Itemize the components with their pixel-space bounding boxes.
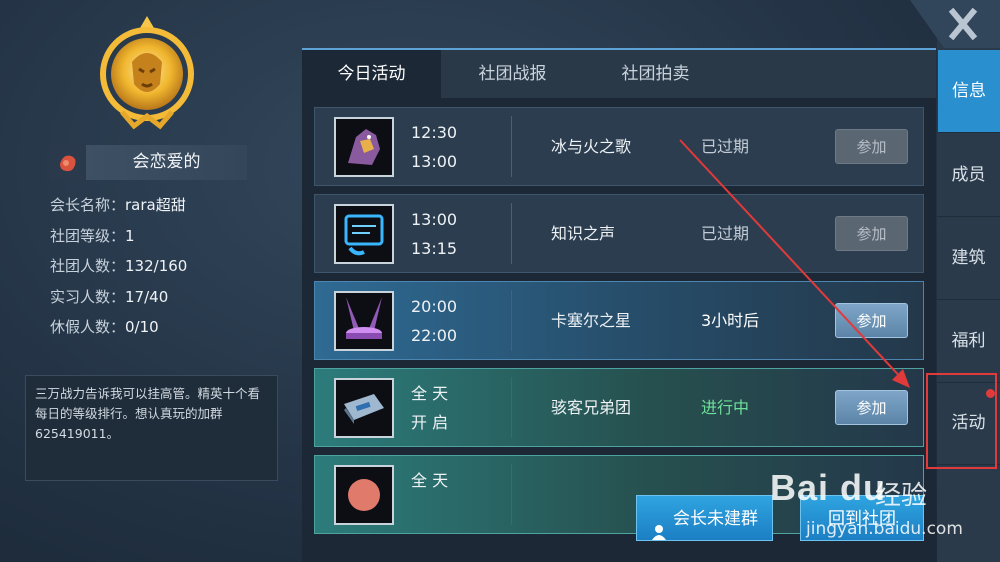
level-label: 社团等级： bbox=[50, 226, 126, 245]
tab-today-activity[interactable]: 今日活动 bbox=[302, 50, 441, 98]
join-button[interactable]: 参加 bbox=[835, 390, 908, 425]
start-time: 全 天 bbox=[411, 384, 449, 403]
tab-bar: 今日活动 社团战报 社团拍卖 bbox=[302, 50, 936, 98]
tab-auction[interactable]: 社团拍卖 bbox=[584, 50, 727, 98]
guild-lion-emblem-icon bbox=[100, 16, 194, 130]
join-button[interactable]: 参加 bbox=[835, 129, 908, 164]
guild-info-panel: 会恋爱的 会长名称：rara超甜 社团等级：1 社团人数：132/160 实习人… bbox=[0, 0, 300, 562]
activity-name: 知识之声 bbox=[551, 224, 616, 243]
members-value: 132/160 bbox=[125, 257, 188, 275]
nav-buildings[interactable]: 建筑 bbox=[937, 217, 1000, 300]
interns-row: 实习人数：17/40 bbox=[50, 286, 187, 317]
activity-row: 全 天开 启 骇客兄弟团 进行中 参加 bbox=[314, 368, 924, 447]
highlight-box bbox=[926, 373, 997, 469]
close-button[interactable] bbox=[910, 0, 1000, 48]
activity-status: 已过期 bbox=[701, 137, 750, 156]
activity-row: 12:30 13:00 冰与火之歌 已过期 参加 bbox=[314, 107, 924, 186]
join-button[interactable]: 参加 bbox=[835, 216, 908, 251]
start-time: 20:00 bbox=[411, 297, 458, 316]
members-row: 社团人数：132/160 bbox=[50, 255, 187, 286]
level-row: 社团等级：1 bbox=[50, 225, 187, 256]
activity-row: 20:00 22:00 卡塞尔之星 3小时后 参加 bbox=[314, 281, 924, 360]
level-value: 1 bbox=[125, 226, 135, 245]
dragon-icon bbox=[334, 117, 394, 177]
nav-welfare[interactable]: 福利 bbox=[937, 300, 1000, 383]
leader-group-label: 会长未建群 bbox=[673, 509, 758, 528]
end-time: 13:15 bbox=[411, 239, 458, 258]
divider bbox=[511, 290, 512, 351]
end-time: 22:00 bbox=[411, 326, 458, 345]
end-time: 开 启 bbox=[411, 413, 449, 432]
start-time: 全 天 bbox=[411, 471, 449, 490]
activity-status: 进行中 bbox=[701, 398, 750, 417]
vacation-label: 休假人数： bbox=[50, 318, 126, 336]
end-time: 13:00 bbox=[411, 152, 458, 171]
person-icon bbox=[651, 512, 667, 540]
guild-name: 会恋爱的 bbox=[132, 152, 201, 172]
divider bbox=[511, 464, 512, 525]
leader-row: 会长名称：rara超甜 bbox=[50, 194, 187, 225]
guild-name-bar: 会恋爱的 bbox=[50, 145, 247, 180]
guild-notice: 三万战力告诉我可以挂高管。精英十个看每日的等级排行。想认真玩的加群6254190… bbox=[25, 375, 278, 481]
time-range: 13:00 13:15 bbox=[411, 205, 491, 263]
activity-name: 冰与火之歌 bbox=[551, 137, 632, 156]
leader-value: rara超甜 bbox=[125, 196, 186, 214]
return-guild-button[interactable]: 回到社团 bbox=[800, 495, 924, 541]
vacation-row: 休假人数：0/10 bbox=[50, 316, 187, 347]
time-range: 20:00 22:00 bbox=[411, 292, 491, 350]
hologram-phone-icon bbox=[334, 204, 394, 264]
nav-info[interactable]: 信息 bbox=[938, 50, 1000, 133]
interns-label: 实习人数： bbox=[50, 287, 126, 306]
guild-stats: 会长名称：rara超甜 社团等级：1 社团人数：132/160 实习人数：17/… bbox=[50, 194, 187, 347]
leader-group-button[interactable]: 会长未建群 bbox=[636, 495, 773, 541]
leader-label: 会长名称： bbox=[50, 196, 126, 214]
divider bbox=[511, 203, 512, 264]
join-button[interactable]: 参加 bbox=[835, 303, 908, 338]
activity-panel: 今日活动 社团战报 社团拍卖 12:30 13:00 冰与火之歌 已过期 参加 1… bbox=[302, 48, 936, 562]
start-time: 13:00 bbox=[411, 210, 458, 229]
members-label: 社团人数： bbox=[50, 257, 126, 275]
time-range: 全 天 bbox=[411, 466, 491, 495]
activity-status: 已过期 bbox=[701, 224, 750, 243]
time-range: 12:30 13:00 bbox=[411, 118, 491, 176]
activity-name: 卡塞尔之星 bbox=[551, 311, 632, 330]
interns-value: 17/40 bbox=[125, 287, 169, 306]
time-range: 全 天开 启 bbox=[411, 379, 491, 437]
divider bbox=[511, 377, 512, 438]
nav-members[interactable]: 成员 bbox=[937, 134, 1000, 217]
device-cartridge-icon bbox=[334, 378, 394, 438]
activity-name: 骇客兄弟团 bbox=[551, 398, 632, 417]
activity-thumbnail-icon bbox=[334, 465, 394, 525]
tab-battle-report[interactable]: 社团战报 bbox=[441, 50, 584, 98]
activity-status: 3小时后 bbox=[701, 311, 760, 330]
guild-badge-icon bbox=[50, 145, 86, 180]
stage-spotlight-icon bbox=[334, 291, 394, 351]
vacation-value: 0/10 bbox=[125, 318, 159, 336]
activity-list[interactable]: 12:30 13:00 冰与火之歌 已过期 参加 13:00 13:15 知识之声 … bbox=[314, 107, 926, 537]
divider bbox=[511, 116, 512, 177]
activity-row: 13:00 13:15 知识之声 已过期 参加 bbox=[314, 194, 924, 273]
start-time: 12:30 bbox=[411, 123, 458, 142]
